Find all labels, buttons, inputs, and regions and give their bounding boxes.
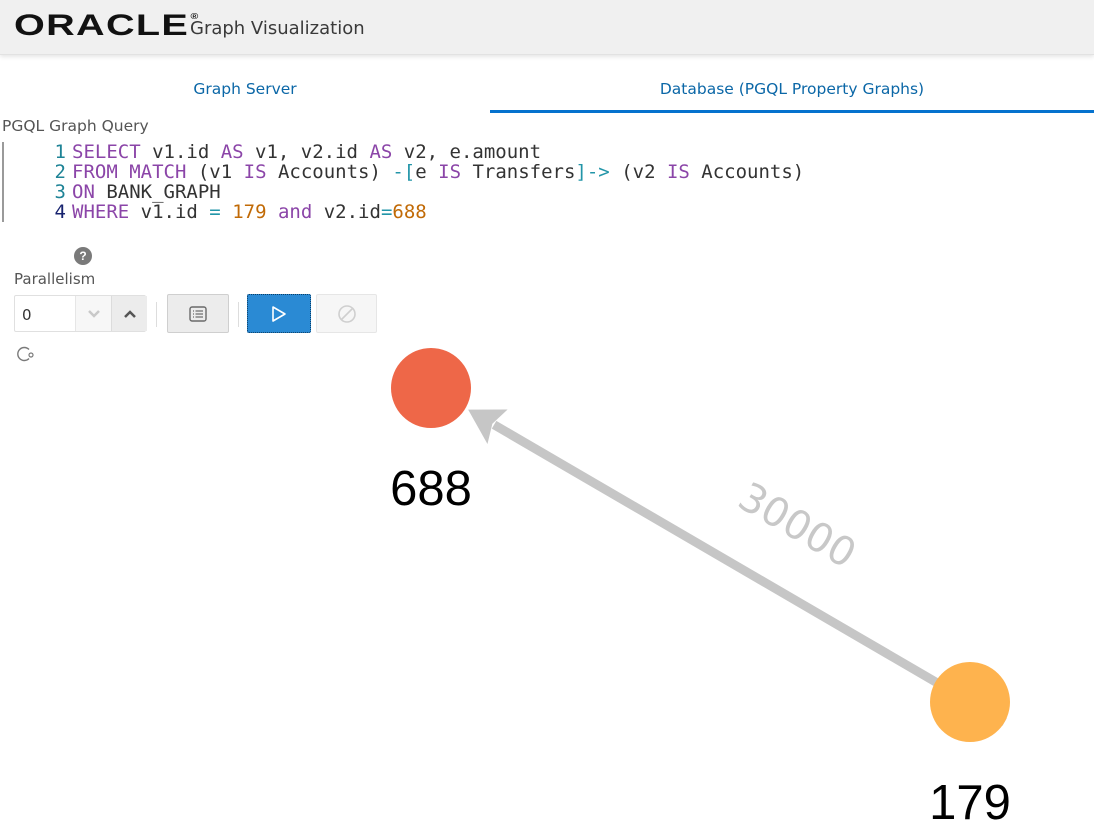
code-text: WHERE v1.id = 179 and v2.id=688: [66, 202, 427, 222]
parallelism-input[interactable]: [15, 296, 84, 333]
text-token: Accounts): [266, 161, 393, 183]
keyword-token: FROM: [72, 161, 118, 183]
chevron-down-icon: [88, 309, 100, 318]
app-header: ORACLE® Graph Visualization: [0, 0, 1094, 55]
text-token: v2, e.amount: [392, 141, 542, 163]
code-line[interactable]: 3 ON BANK_GRAPH: [4, 182, 221, 202]
line-number: 4: [54, 201, 66, 223]
operator-token: -[: [392, 161, 416, 183]
code-line[interactable]: 4 WHERE v1.id = 179 and v2.id=688: [4, 202, 427, 222]
text-token: Accounts): [689, 161, 805, 183]
list-icon: [189, 305, 207, 322]
text-token: e: [415, 161, 439, 183]
node-circle[interactable]: [930, 662, 1010, 742]
graph-canvas: 30000 688 179: [390, 348, 1011, 830]
keyword-token: ON: [72, 181, 95, 203]
edge-line: [491, 420, 1007, 727]
text-token: BANK_GRAPH: [94, 181, 221, 203]
query-list-button[interactable]: [167, 294, 229, 333]
graph-edge[interactable]: 30000: [468, 409, 1007, 727]
keyword-token: AS: [220, 141, 244, 163]
node-circle[interactable]: [391, 348, 471, 428]
code-text: SELECT v1.id AS v1, v2.id AS v2, e.amoun…: [66, 142, 541, 162]
keyword-token: IS: [243, 161, 267, 183]
parallelism-decrement-button[interactable]: [75, 296, 112, 331]
keyword-token: IS: [666, 161, 690, 183]
chevron-up-icon: [123, 309, 136, 318]
run-query-button[interactable]: [247, 294, 311, 333]
code-text: FROM MATCH (v1 IS Accounts) -[e IS Trans…: [66, 162, 804, 182]
keyword-token: AS: [369, 141, 393, 163]
text-token: Transfers: [461, 161, 576, 183]
keyword-token: and: [277, 201, 313, 223]
node-label: 179: [929, 776, 1011, 830]
keyword-token: MATCH: [129, 161, 187, 183]
toolbar-divider: [238, 302, 239, 327]
keyword-token: WHERE: [72, 201, 130, 223]
parallelism-increment-button[interactable]: [111, 296, 147, 331]
oracle-logo: ORACLE®: [14, 9, 198, 43]
parallelism-stepper: [14, 295, 147, 333]
edge-label: 30000: [730, 474, 863, 578]
spinner-icon: [17, 346, 34, 362]
toolbar-divider: [156, 302, 157, 327]
line-number: 1: [54, 141, 66, 163]
tab-graph-server[interactable]: Graph Server: [0, 80, 490, 112]
cancel-icon: [337, 304, 356, 323]
number-token: 179: [232, 201, 267, 223]
operator-token: ]->: [575, 161, 610, 183]
tab-database-pgql[interactable]: Database (PGQL Property Graphs): [490, 80, 1094, 112]
text-token: v1.id: [140, 141, 221, 163]
text-token: v1, v2.id: [243, 141, 370, 163]
text-token: v2.id: [312, 201, 381, 223]
operator-token: =: [380, 201, 393, 223]
node-label: 688: [390, 462, 472, 516]
edge-arrowhead: [468, 409, 508, 445]
code-line[interactable]: 2 FROM MATCH (v1 IS Accounts) -[e IS Tran…: [4, 161, 805, 183]
keyword-token: IS: [438, 161, 462, 183]
pgql-query-editor[interactable]: 1 SELECT v1.id AS v1, v2.id AS v2, e.amou…: [2, 142, 1004, 222]
cancel-query-button[interactable]: [316, 294, 377, 333]
help-icon[interactable]: ?: [74, 247, 92, 265]
play-icon: [272, 305, 286, 322]
text-token: v1.id: [129, 201, 210, 223]
query-label: PGQL Graph Query: [2, 117, 149, 135]
line-number: 2: [54, 161, 66, 183]
code-line[interactable]: 1 SELECT v1.id AS v1, v2.id AS v2, e.amou…: [4, 141, 542, 163]
operator-token: =: [209, 201, 221, 223]
keyword-token: SELECT: [72, 141, 141, 163]
parallelism-label: Parallelism: [14, 270, 96, 288]
line-number: 3: [54, 181, 66, 203]
graph-node-179[interactable]: 179: [929, 662, 1011, 830]
active-tab-indicator: [490, 110, 1094, 113]
text-token: (v2: [609, 161, 667, 183]
app-title: Graph Visualization: [190, 18, 365, 39]
number-token: 688: [392, 201, 427, 223]
code-text: ON BANK_GRAPH: [66, 182, 221, 202]
logo-text: ORACLE: [14, 9, 190, 42]
graph-node-688[interactable]: 688: [390, 348, 472, 516]
text-token: (v1: [186, 161, 244, 183]
